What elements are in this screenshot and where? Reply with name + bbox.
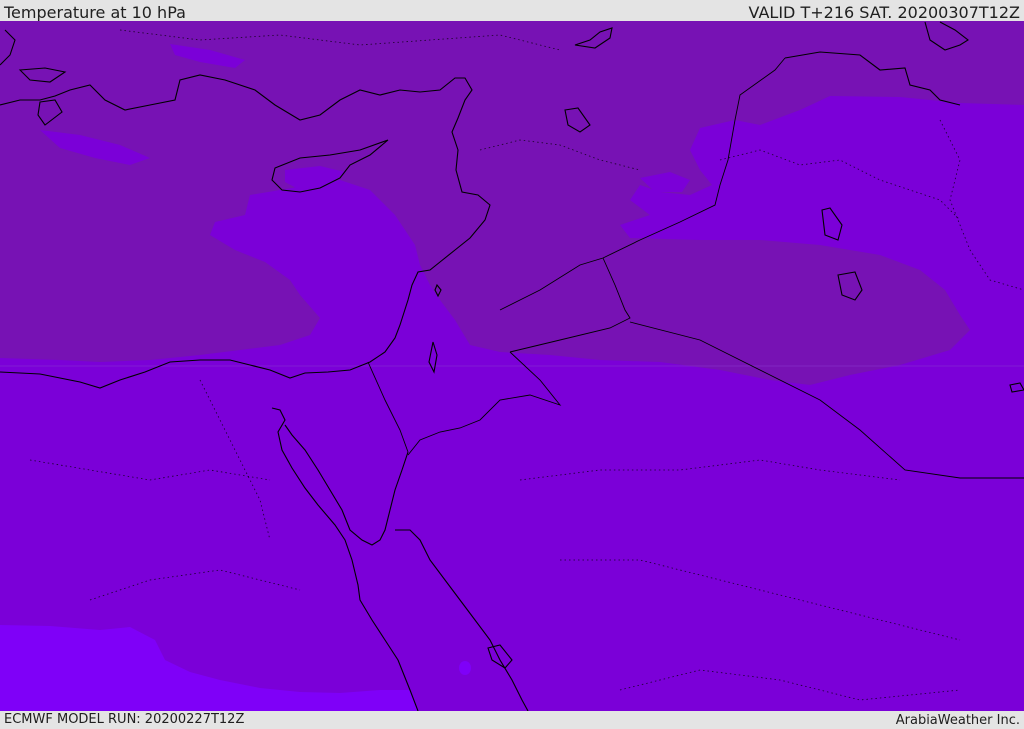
footer-bar: ECMWF MODEL RUN: 20200227T12Z ArabiaWeat… — [0, 711, 1024, 729]
map-title: Temperature at 10 hPa — [4, 3, 186, 22]
model-run-label: ECMWF MODEL RUN: 20200227T12Z — [4, 712, 245, 727]
temperature-map — [0, 21, 1024, 711]
credit-label: ArabiaWeather Inc. — [895, 713, 1020, 728]
field-cool-spot — [459, 661, 471, 675]
map-panel — [0, 21, 1024, 711]
valid-time: VALID T+216 SAT. 20200307T12Z — [748, 3, 1020, 22]
header-bar: Temperature at 10 hPa VALID T+216 SAT. 2… — [0, 0, 1024, 22]
